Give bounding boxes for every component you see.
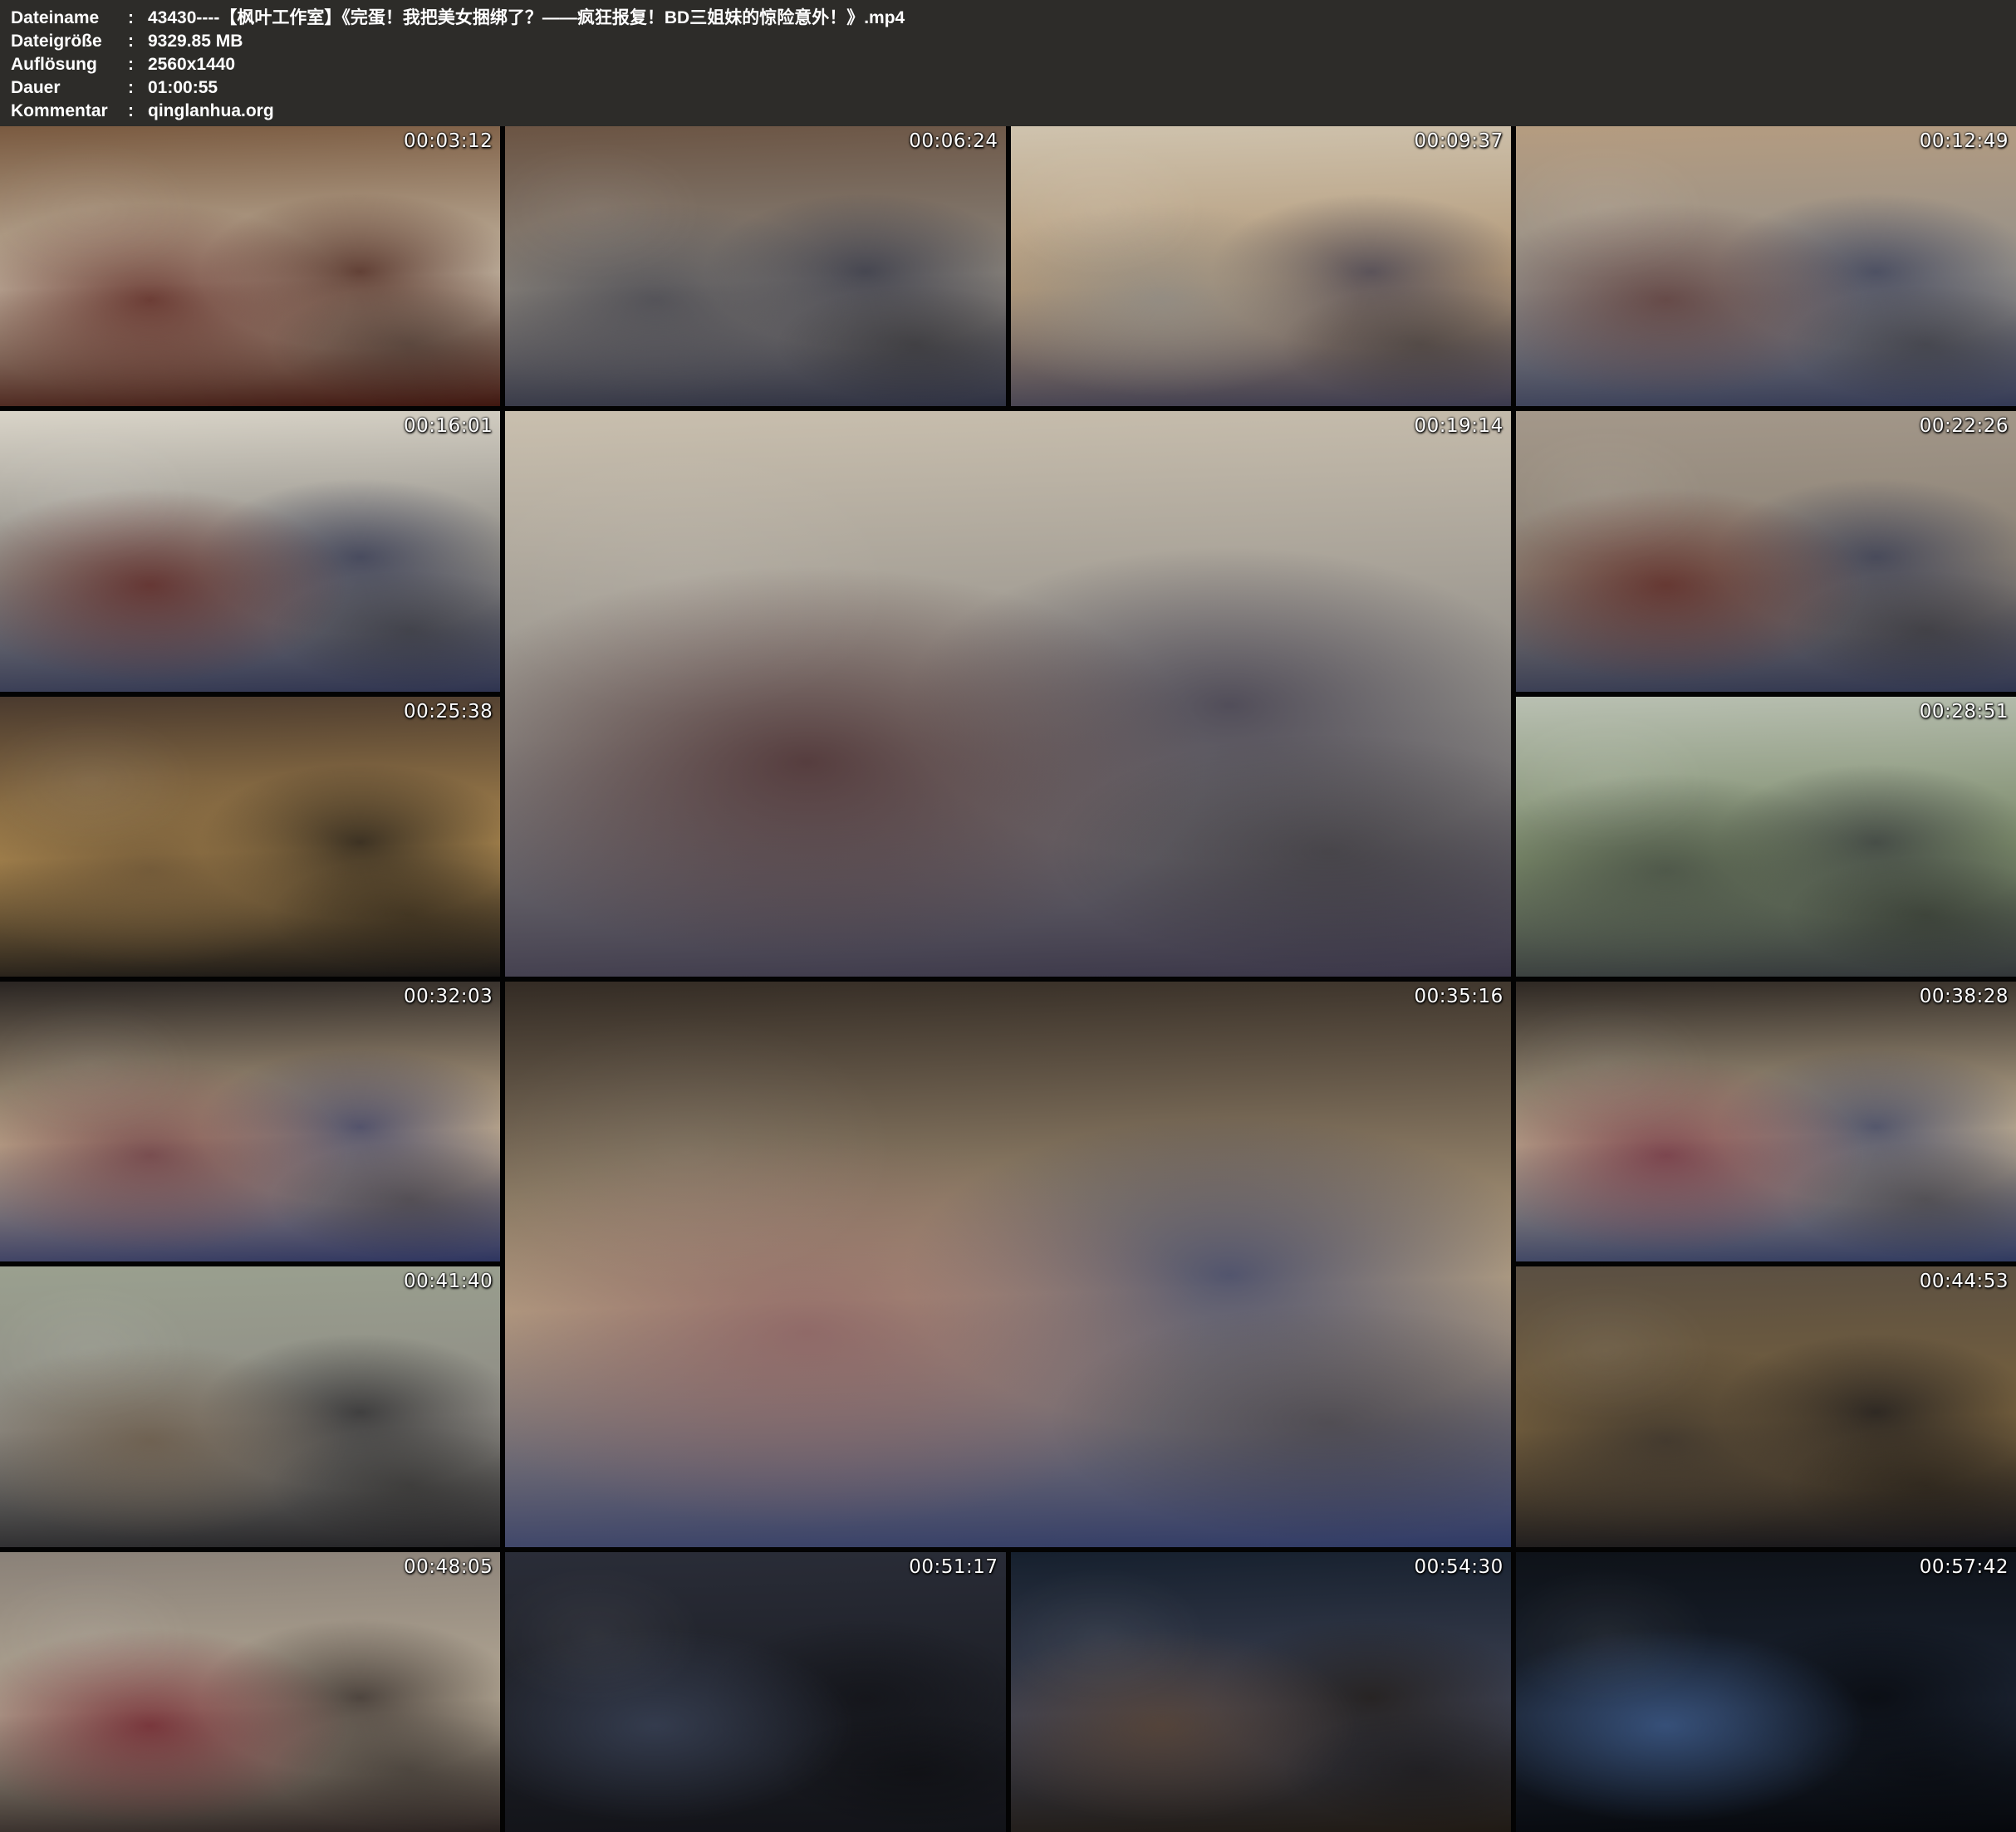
timestamp-overlay: 00:41:40: [404, 1271, 493, 1292]
metadata-label: Kommentar: [11, 100, 128, 123]
filename-value: 43430----【枫叶工作室】《完蛋！我把美女捆绑了？——疯狂报复！BD三姐妹…: [148, 7, 2016, 30]
thumbnail-shading: [505, 1552, 1005, 1832]
thumbnail-shading: [0, 126, 500, 406]
video-thumbnail-00-41-40[interactable]: 00:41:40: [0, 1266, 500, 1546]
comment-value: qinglanhua.org: [148, 100, 2016, 123]
metadata-label: Auflösung: [11, 53, 128, 76]
timestamp-overlay: 00:44:53: [1920, 1271, 2009, 1292]
timestamp-overlay: 00:19:14: [1414, 415, 1503, 437]
timestamp-overlay: 00:06:24: [909, 130, 998, 152]
video-thumbnail-00-54-30[interactable]: 00:54:30: [1011, 1552, 1511, 1832]
timestamp-overlay: 00:22:26: [1920, 415, 2009, 437]
thumbnail-shading: [0, 1552, 500, 1832]
video-thumbnail-00-06-24[interactable]: 00:06:24: [505, 126, 1005, 406]
duration-value: 01:00:55: [148, 76, 2016, 100]
metadata-separator: :: [128, 76, 148, 100]
timestamp-overlay: 00:12:49: [1920, 130, 2009, 152]
timestamp-overlay: 00:57:42: [1920, 1556, 2009, 1578]
timestamp-overlay: 00:35:16: [1414, 986, 1503, 1007]
video-thumbnail-00-09-37[interactable]: 00:09:37: [1011, 126, 1511, 406]
thumbnail-shading: [1516, 982, 2016, 1261]
metadata-row-duration: Dauer : 01:00:55: [11, 76, 2016, 100]
timestamp-overlay: 00:51:17: [909, 1556, 998, 1578]
timestamp-overlay: 00:09:37: [1414, 130, 1503, 152]
metadata-row-filesize: Dateigröße : 9329.85 MB: [11, 30, 2016, 53]
metadata-row-filename: Dateiname : 43430----【枫叶工作室】《完蛋！我把美女捆绑了？…: [11, 7, 2016, 30]
thumbnail-shading: [505, 411, 1511, 977]
metadata-label: Dauer: [11, 76, 128, 100]
metadata-separator: :: [128, 30, 148, 53]
timestamp-overlay: 00:25:38: [404, 701, 493, 723]
timestamp-overlay: 00:03:12: [404, 130, 493, 152]
thumbnail-shading: [0, 697, 500, 977]
timestamp-overlay: 00:16:01: [404, 415, 493, 437]
thumbnail-shading: [505, 126, 1005, 406]
thumbnail-shading: [1516, 411, 2016, 691]
thumbnail-grid: 00:03:12 00:06:24 00:09:37 00:12:49 00:16:01…: [0, 126, 2016, 1832]
video-thumbnail-00-25-38[interactable]: 00:25:38: [0, 697, 500, 977]
video-thumbnail-00-32-03[interactable]: 00:32:03: [0, 982, 500, 1261]
contact-sheet: Dateiname : 43430----【枫叶工作室】《完蛋！我把美女捆绑了？…: [0, 0, 2016, 1832]
video-thumbnail-00-44-53[interactable]: 00:44:53: [1516, 1266, 2016, 1546]
thumbnail-shading: [0, 411, 500, 691]
timestamp-overlay: 00:48:05: [404, 1556, 493, 1578]
resolution-value: 2560x1440: [148, 53, 2016, 76]
metadata-separator: :: [128, 100, 148, 123]
thumbnail-shading: [0, 1266, 500, 1546]
filesize-value: 9329.85 MB: [148, 30, 2016, 53]
metadata-separator: :: [128, 53, 148, 76]
timestamp-overlay: 00:32:03: [404, 986, 493, 1007]
timestamp-overlay: 00:38:28: [1920, 986, 2009, 1007]
video-thumbnail-00-51-17[interactable]: 00:51:17: [505, 1552, 1005, 1832]
thumbnail-shading: [1011, 126, 1511, 406]
thumbnail-shading: [1516, 697, 2016, 977]
metadata-separator: :: [128, 7, 148, 30]
thumbnail-shading: [1516, 1552, 2016, 1832]
thumbnail-shading: [1011, 1552, 1511, 1832]
metadata-header: Dateiname : 43430----【枫叶工作室】《完蛋！我把美女捆绑了？…: [0, 0, 2016, 126]
thumbnail-shading: [505, 982, 1511, 1547]
video-thumbnail-00-38-28[interactable]: 00:38:28: [1516, 982, 2016, 1261]
thumbnail-shading: [0, 982, 500, 1261]
video-thumbnail-00-28-51[interactable]: 00:28:51: [1516, 697, 2016, 977]
video-thumbnail-00-16-01[interactable]: 00:16:01: [0, 411, 500, 691]
video-thumbnail-00-48-05[interactable]: 00:48:05: [0, 1552, 500, 1832]
metadata-label: Dateigröße: [11, 30, 128, 53]
video-thumbnail-00-57-42[interactable]: 00:57:42: [1516, 1552, 2016, 1832]
thumbnail-shading: [1516, 126, 2016, 406]
metadata-row-comment: Kommentar : qinglanhua.org: [11, 100, 2016, 123]
timestamp-overlay: 00:28:51: [1920, 701, 2009, 723]
video-thumbnail-00-03-12[interactable]: 00:03:12: [0, 126, 500, 406]
metadata-row-resolution: Auflösung : 2560x1440: [11, 53, 2016, 76]
thumbnail-shading: [1516, 1266, 2016, 1546]
timestamp-overlay: 00:54:30: [1414, 1556, 1503, 1578]
video-thumbnail-00-12-49[interactable]: 00:12:49: [1516, 126, 2016, 406]
video-thumbnail-00-22-26[interactable]: 00:22:26: [1516, 411, 2016, 691]
video-thumbnail-00-19-14[interactable]: 00:19:14: [505, 411, 1511, 977]
video-thumbnail-00-35-16[interactable]: 00:35:16: [505, 982, 1511, 1547]
metadata-label: Dateiname: [11, 7, 128, 30]
